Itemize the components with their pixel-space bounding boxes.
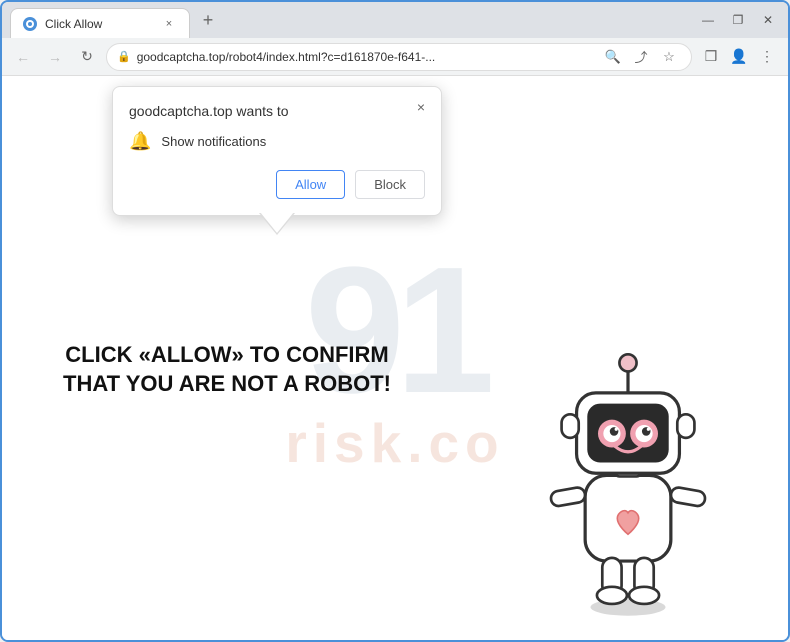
url-text: goodcaptcha.top/robot4/index.html?c=d161… [137,50,595,64]
back-button[interactable]: ← [10,44,36,70]
close-button[interactable]: ✕ [756,8,780,32]
popup-notification-row: 🔔 Show notifications [129,131,425,152]
tab-favicon [23,17,37,31]
tab-close-button[interactable]: × [161,16,177,32]
page-main-text: CLICK «ALLOW» TO CONFIRM THAT YOU ARE NO… [52,341,402,398]
robot-container [518,320,738,620]
block-button[interactable]: Block [355,170,425,199]
popup-title: goodcaptcha.top wants to [129,103,425,119]
share-icon[interactable]: ⤴ [629,45,653,69]
title-bar: Click Allow × + — ❐ ✕ [2,2,788,38]
popup-buttons: Allow Block [129,170,425,199]
bookmark-icon[interactable]: ☆ [657,45,681,69]
page-content: 91 risk.co × goodcaptcha.top wants to 🔔 … [2,76,788,640]
url-actions: 🔍 ⤴ ☆ [601,45,681,69]
window-controls: — ❐ ✕ [696,8,780,32]
speech-bubble-tail [259,213,295,235]
toolbar-actions: ❒ 👤 ⋮ [698,44,780,70]
maximize-button[interactable]: ❐ [726,8,750,32]
lock-icon: 🔒 [117,50,131,63]
tab-label: Click Allow [45,17,153,31]
notification-popup: × goodcaptcha.top wants to 🔔 Show notifi… [112,86,442,216]
refresh-button[interactable]: ↻ [74,44,100,70]
minimize-button[interactable]: — [696,8,720,32]
url-bar[interactable]: 🔒 goodcaptcha.top/robot4/index.html?c=d1… [106,43,692,71]
captcha-message: CLICK «ALLOW» TO CONFIRM THAT YOU ARE NO… [52,341,402,398]
menu-icon[interactable]: ⋮ [754,44,780,70]
watermark-text: risk.co [285,411,504,475]
address-bar: ← → ↻ 🔒 goodcaptcha.top/robot4/index.htm… [2,38,788,76]
forward-button[interactable]: → [42,44,68,70]
popup-notification-label: Show notifications [161,134,266,149]
profile-icon[interactable]: 👤 [726,44,752,70]
sidebar-icon[interactable]: ❒ [698,44,724,70]
new-tab-button[interactable]: + [194,6,222,34]
tab-area: Click Allow × + [10,2,688,38]
search-icon[interactable]: 🔍 [601,45,625,69]
browser-window: Click Allow × + — ❐ ✕ ← → ↻ 🔒 goodcaptch… [0,0,790,642]
bell-icon: 🔔 [129,131,151,152]
popup-close-button[interactable]: × [411,97,431,117]
robot-illustration [518,320,738,620]
active-tab[interactable]: Click Allow × [10,8,190,38]
allow-button[interactable]: Allow [276,170,345,199]
